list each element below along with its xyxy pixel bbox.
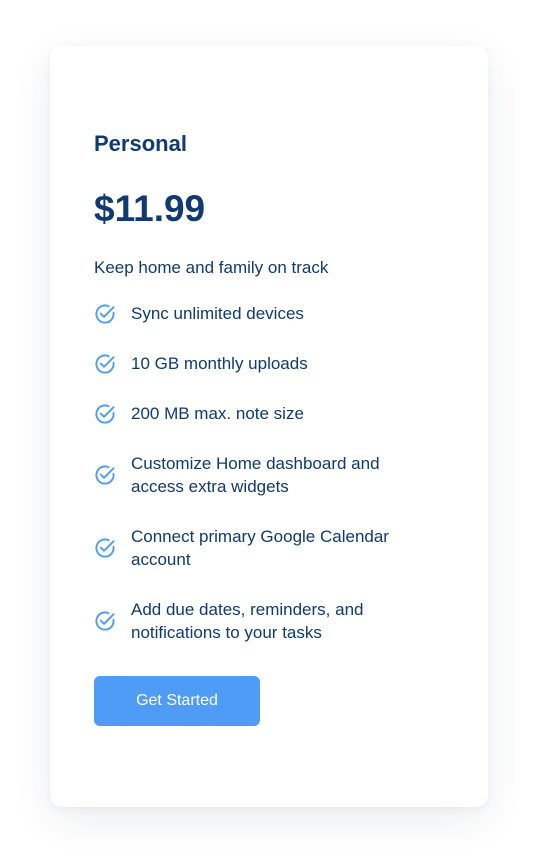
get-started-button[interactable]: Get Started [94,676,260,726]
check-circle-icon [94,610,116,632]
plan-tagline: Keep home and family on track [94,258,329,277]
feature-label: 200 MB max. note size [131,404,304,423]
check-circle-icon [94,403,116,425]
feature-item: 10 GB monthly uploads [94,352,434,375]
feature-item: Connect primary Google Calendar account [94,525,434,571]
check-circle-icon [94,464,116,486]
feature-label: Add due dates, reminders, and notificati… [131,600,364,642]
feature-label: Customize Home dashboard and access extr… [131,454,380,496]
plan-price: $11.99 [94,188,206,229]
plan-name: Personal [94,131,187,156]
feature-label: 10 GB monthly uploads [131,354,308,373]
check-circle-icon [94,303,116,325]
check-circle-icon [94,353,116,375]
feature-item: Customize Home dashboard and access extr… [94,452,434,498]
feature-label: Connect primary Google Calendar account [131,527,389,569]
pricing-card: Personal $11.99 Keep home and family on … [50,46,488,807]
feature-label: Sync unlimited devices [131,304,304,323]
feature-item: Sync unlimited devices [94,302,434,325]
feature-item: Add due dates, reminders, and notificati… [94,598,434,644]
feature-item: 200 MB max. note size [94,402,434,425]
check-circle-icon [94,537,116,559]
feature-list: Sync unlimited devices 10 GB monthly upl… [94,302,434,671]
